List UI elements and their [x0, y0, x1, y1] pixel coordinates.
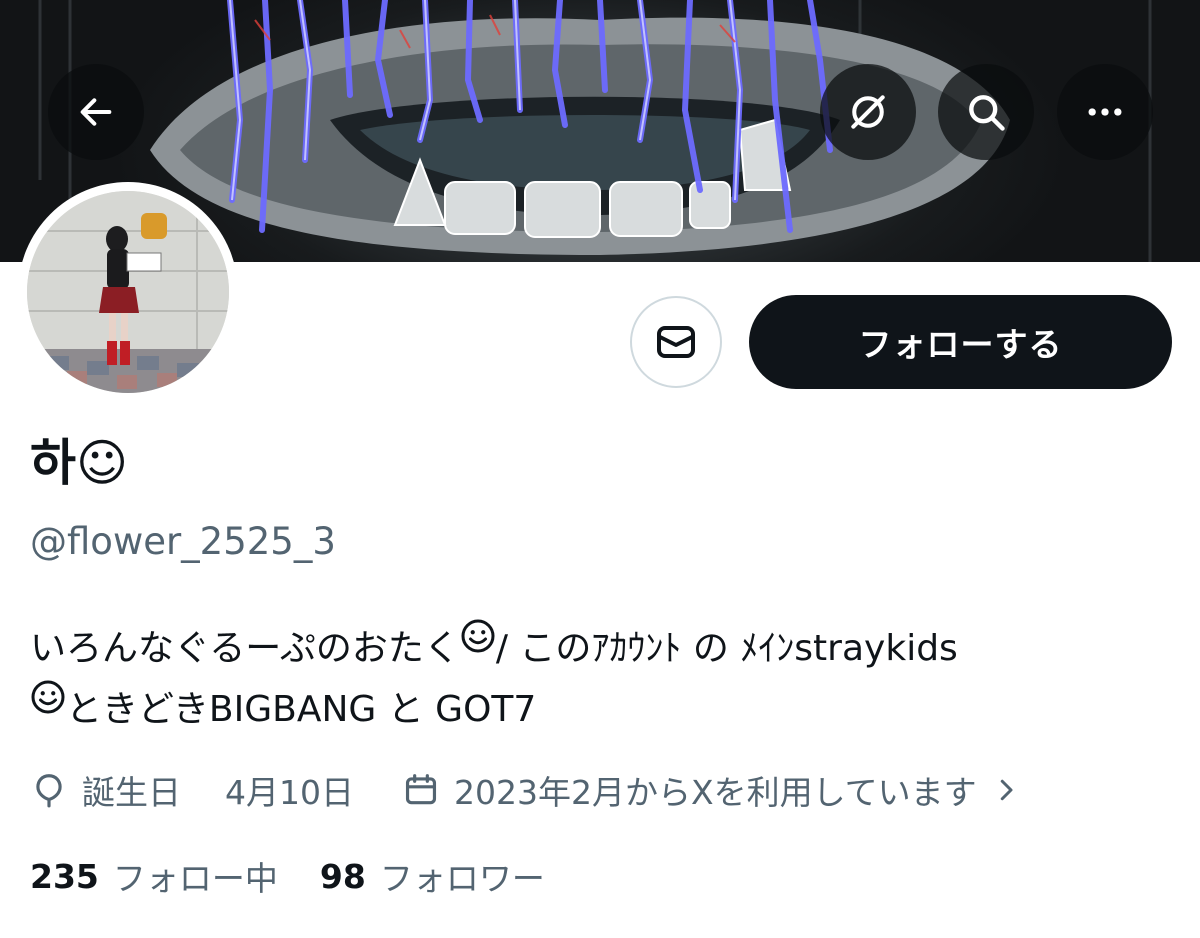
following-label: フォロー中 — [112, 859, 278, 898]
birthday-label: 誕生日 — [82, 773, 181, 812]
profile-bio: いろんなぐるーぷのおたく / このｱｶｳﾝﾄ の ﾒｲﾝstraykids ときど… — [30, 618, 1180, 740]
grok-button[interactable] — [820, 64, 916, 160]
profile-avatar[interactable] — [18, 182, 238, 402]
following-link[interactable]: 235 フォロー中 — [30, 852, 278, 900]
following-count: 235 — [30, 856, 99, 896]
username-handle: @flower_2525_3 — [30, 520, 336, 563]
chevron-right-icon — [1000, 779, 1013, 801]
calendar-icon — [405, 774, 437, 805]
follow-button[interactable]: フォローする — [749, 295, 1172, 389]
bio-text-1a: いろんなぐるーぷのおたく — [30, 628, 460, 669]
followers-link[interactable]: 98 フォロワー — [320, 852, 545, 900]
bio-line-2: ときどきBIGBANG と GOT7 — [30, 679, 1180, 740]
smiley-emoji-icon — [31, 680, 65, 714]
bio-text-2: ときどきBIGBANG と GOT7 — [66, 689, 537, 730]
followers-label: フォロワー — [379, 859, 545, 898]
joined-text: 2023年2月からXを利用しています — [454, 773, 977, 812]
grok-icon — [851, 95, 885, 129]
bio-text-1b: / このｱｶｳﾝﾄ の ﾒｲﾝstraykids — [495, 628, 958, 669]
bio-line-1: いろんなぐるーぷのおたく / このｱｶｳﾝﾄ の ﾒｲﾝstraykids — [30, 618, 1180, 679]
smiley-emoji-icon — [461, 619, 495, 653]
followers-count: 98 — [319, 856, 366, 896]
message-button[interactable] — [630, 296, 722, 388]
birthday-value: 4月10日 — [225, 773, 354, 812]
display-name: 하☺ — [30, 434, 129, 492]
balloon-icon — [36, 774, 62, 808]
arrow-left-icon — [80, 98, 112, 126]
more-horizontal-icon — [1088, 108, 1122, 116]
avatar-image — [27, 191, 229, 393]
search-icon — [969, 95, 1005, 131]
birthday: 誕生日 4月10日 — [30, 766, 354, 814]
profile-meta: 誕生日 4月10日 2023年2月からXを利用しています — [30, 762, 1021, 818]
back-button[interactable] — [48, 64, 144, 160]
joined-date[interactable]: 2023年2月からXを利用しています — [402, 766, 1021, 814]
envelope-icon — [657, 326, 695, 358]
search-button[interactable] — [938, 64, 1034, 160]
more-button[interactable] — [1057, 64, 1153, 160]
follow-stats: 235 フォロー中 98 フォロワー — [30, 850, 587, 902]
